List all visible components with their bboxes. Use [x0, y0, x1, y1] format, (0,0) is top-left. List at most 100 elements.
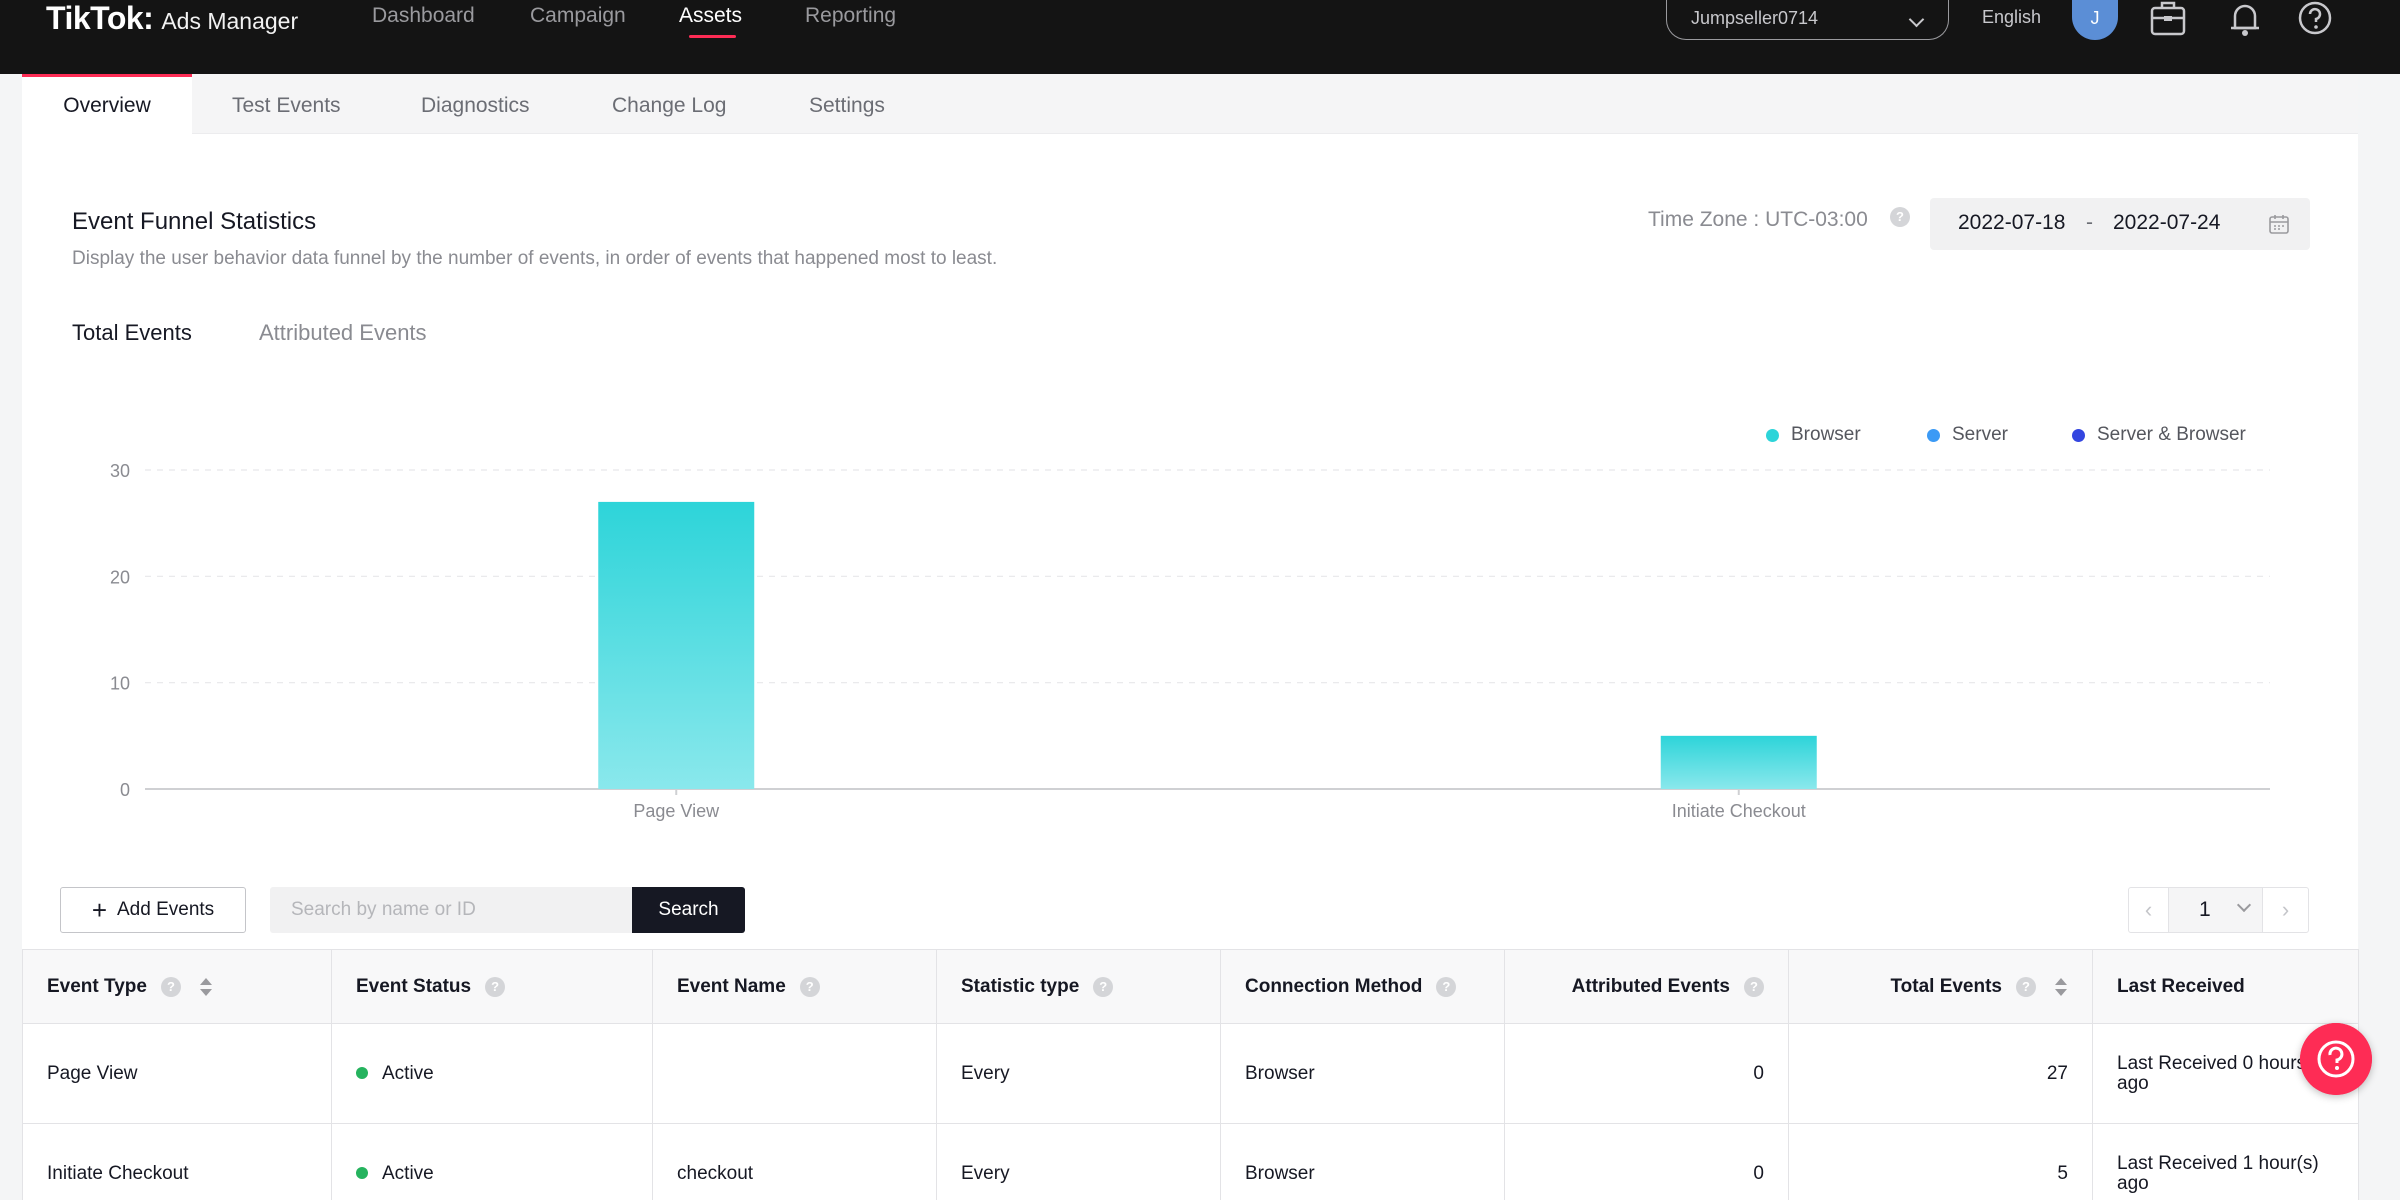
column-header-connection-method: Connection Method? — [1220, 949, 1505, 1024]
table-row[interactable]: Initiate Checkout Active checkout Every … — [22, 1123, 2359, 1200]
bell-icon[interactable] — [2225, 0, 2265, 40]
tiktok-ads-manager-logo[interactable]: TikTok: Ads Manager — [46, 0, 298, 40]
tab-test-events[interactable]: Test Events — [232, 74, 341, 134]
last-received-line-2: ago — [2117, 1172, 2149, 1194]
status-active-dot — [356, 1167, 368, 1180]
last-received-line-1: Last Received 1 hour(s) — [2117, 1152, 2319, 1174]
cell-connection-method: Browser — [1220, 1123, 1505, 1200]
cell-event-name: checkout — [652, 1123, 937, 1200]
account-name: Jumpseller0714 — [1691, 8, 1819, 28]
nav-campaign[interactable]: Campaign — [530, 4, 626, 28]
bar-browser — [1660, 735, 1817, 789]
nav-active-indicator — [689, 35, 736, 38]
help-icon[interactable]: ? — [2016, 976, 2036, 997]
column-header-statistic-type: Statistic type? — [936, 949, 1221, 1024]
next-page-button[interactable]: › — [2262, 888, 2308, 932]
x-tick-label: Initiate Checkout — [1672, 801, 1806, 821]
timezone-help-icon[interactable]: ? — [1890, 207, 1910, 227]
date-separator: - — [2086, 211, 2093, 234]
events-table: Event Type? Event Status? Event Name? St… — [22, 949, 2359, 1200]
column-title: Total Events — [1890, 975, 2002, 997]
cell-last-received: Last Received 1 hour(s) ago — [2092, 1123, 2359, 1200]
column-title: Event Status — [356, 975, 472, 997]
avatar[interactable]: J — [2072, 0, 2118, 40]
date-range-picker[interactable]: 2022-07-18 - 2022-07-24 — [1930, 198, 2310, 250]
column-header-event-name: Event Name? — [652, 949, 937, 1024]
cell-total-events: 27 — [1788, 1023, 2093, 1124]
chevron-down-icon — [1908, 11, 1925, 28]
tab-settings[interactable]: Settings — [809, 74, 885, 134]
column-title: Event Type — [47, 975, 147, 997]
help-icon[interactable]: ? — [1436, 976, 1457, 997]
language-selector[interactable]: English — [1982, 7, 2041, 28]
timezone-label: Time Zone : UTC-03:00 — [1648, 208, 1868, 231]
sort-icon[interactable] — [2054, 977, 2068, 997]
plus-icon: + — [91, 895, 107, 925]
section-description: Display the user behavior data funnel by… — [72, 248, 998, 269]
column-header-event-type[interactable]: Event Type? — [22, 949, 332, 1024]
prev-page-button[interactable]: ‹ — [2129, 888, 2169, 932]
search-input[interactable] — [270, 887, 632, 933]
subtab-attributed-events[interactable]: Attributed Events — [259, 320, 427, 346]
x-tick-label: Page View — [633, 801, 720, 821]
cell-connection-method: Browser — [1220, 1023, 1505, 1124]
page-selector[interactable]: 1 — [2169, 888, 2262, 932]
cell-event-status: Active — [331, 1123, 653, 1200]
table-row[interactable]: Page View Active Every Browser 0 27 Last… — [22, 1023, 2359, 1124]
status-label: Active — [382, 1062, 434, 1084]
calendar-icon — [2269, 215, 2289, 234]
support-chat-button[interactable] — [2300, 1023, 2372, 1095]
add-events-label: Add Events — [117, 899, 215, 920]
y-tick-label: 10 — [110, 674, 130, 694]
last-received-line-2: ago — [2117, 1072, 2149, 1094]
column-title: Statistic type — [961, 975, 1080, 997]
column-title: Event Name — [677, 975, 786, 997]
nav-assets[interactable]: Assets — [679, 4, 742, 28]
date-end: 2022-07-24 — [2113, 211, 2221, 234]
cell-statistic-type: Every — [936, 1023, 1221, 1124]
add-events-button[interactable]: + Add Events — [60, 887, 246, 933]
subtab-total-events[interactable]: Total Events — [72, 320, 192, 346]
help-icon[interactable]: ? — [160, 976, 181, 997]
column-header-event-status: Event Status? — [331, 949, 653, 1024]
y-tick-label: 0 — [120, 780, 130, 800]
column-title: Last Received — [2117, 975, 2245, 997]
help-icon[interactable]: ? — [799, 976, 820, 997]
cell-event-status: Active — [331, 1023, 653, 1124]
top-navigation-bar: TikTok: Ads Manager Dashboard Campaign A… — [0, 0, 2400, 74]
chevron-down-icon — [2236, 897, 2252, 913]
y-tick-label: 30 — [110, 461, 130, 481]
nav-dashboard[interactable]: Dashboard — [372, 4, 475, 28]
column-header-total-events[interactable]: Total Events? — [1788, 949, 2093, 1024]
column-header-attributed-events: Attributed Events? — [1504, 949, 1789, 1024]
cell-attributed-events: 0 — [1504, 1023, 1789, 1124]
help-icon[interactable]: ? — [1744, 976, 1764, 997]
cell-event-type: Initiate Checkout — [22, 1123, 332, 1200]
cell-attributed-events: 0 — [1504, 1123, 1789, 1200]
search-button[interactable]: Search — [632, 887, 745, 933]
logo-main-text: TikTok: — [46, 0, 154, 36]
bar-browser — [598, 501, 755, 789]
cell-statistic-type: Every — [936, 1123, 1221, 1200]
section-title: Event Funnel Statistics — [72, 208, 317, 235]
status-label: Active — [382, 1162, 434, 1184]
cell-total-events: 5 — [1788, 1123, 2093, 1200]
help-icon[interactable]: ? — [485, 976, 506, 997]
tab-diagnostics[interactable]: Diagnostics — [421, 74, 530, 134]
table-header-row: Event Type? Event Status? Event Name? St… — [22, 949, 2359, 1024]
tab-change-log[interactable]: Change Log — [612, 74, 726, 134]
logo-sub-text: Ads Manager — [161, 8, 299, 34]
status-active-dot — [356, 1067, 368, 1080]
help-circle-icon[interactable] — [2295, 0, 2335, 40]
briefcase-icon[interactable] — [2148, 0, 2188, 40]
account-selector[interactable]: Jumpseller0714 — [1666, 0, 1949, 40]
sort-icon[interactable] — [199, 977, 213, 997]
tab-bar: Overview Test Events Diagnostics Change … — [22, 74, 2358, 135]
y-tick-label: 20 — [110, 567, 130, 587]
nav-reporting[interactable]: Reporting — [805, 4, 896, 28]
current-page: 1 — [2199, 898, 2211, 921]
column-header-last-received: Last Received — [2092, 949, 2359, 1024]
tab-overview[interactable]: Overview — [22, 74, 192, 135]
help-icon[interactable]: ? — [1093, 976, 1114, 997]
date-start: 2022-07-18 — [1958, 211, 2066, 234]
